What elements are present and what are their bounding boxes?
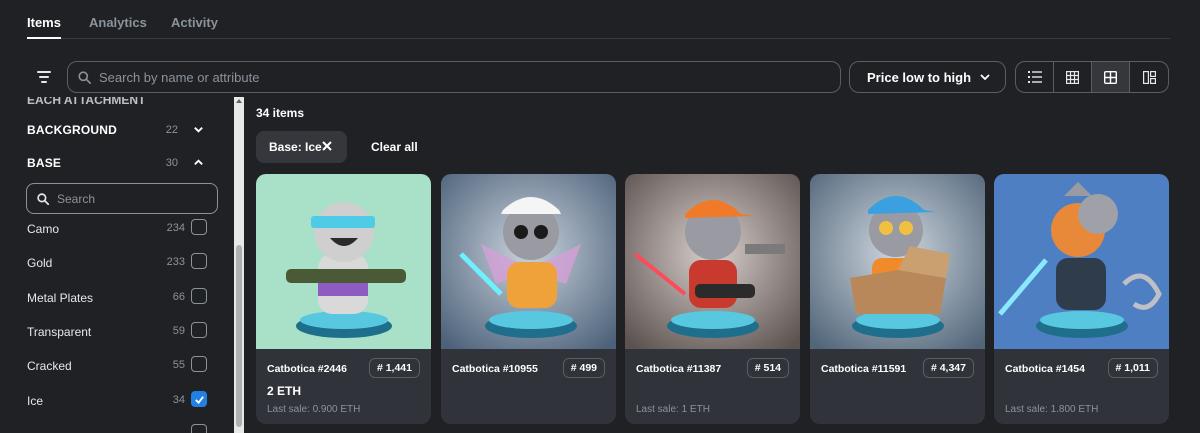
last-sale: Last sale: 1 ETH [636, 404, 710, 415]
nft-card[interactable]: Catbotica #2446 # 1,441 2 ETH Last sale:… [256, 174, 431, 424]
attribute-search-input[interactable] [57, 191, 197, 206]
grid-small-button[interactable] [1054, 62, 1092, 92]
filter-option-transparent[interactable]: Transparent 59 [27, 322, 207, 339]
sidebar-heading-cut: EACH ATTACHMENT [27, 97, 146, 107]
section-label: BASE [27, 156, 62, 170]
grid-compact-icon [1142, 70, 1156, 84]
search-icon [78, 70, 91, 84]
checkbox[interactable] [191, 219, 207, 235]
sidebar-scrollbar[interactable] [234, 97, 244, 433]
checkmark-icon [194, 395, 204, 404]
list-view-button[interactable] [1016, 62, 1054, 92]
filter-sidebar: EACH ATTACHMENT BACKGROUND 22 BASE 30 Ca… [0, 97, 232, 433]
nft-image [256, 174, 431, 349]
filter-toggle-button[interactable] [30, 64, 58, 90]
list-view-icon [1027, 71, 1042, 83]
checkbox[interactable] [191, 253, 207, 269]
filter-section-background[interactable]: BACKGROUND 22 [27, 123, 218, 137]
nft-card[interactable]: Catbotica #11591 # 4,347 [810, 174, 985, 424]
checkbox[interactable] [191, 424, 207, 433]
last-sale: Last sale: 0.900 ETH [267, 404, 361, 415]
sort-label: Price low to high [867, 69, 972, 85]
grid-compact-button[interactable] [1130, 62, 1168, 92]
rarity-rank-badge[interactable]: # 514 [746, 358, 789, 378]
grid-large-icon [1104, 70, 1117, 84]
chevron-down-icon [194, 127, 203, 133]
chip-label: Base: Ice [269, 140, 322, 154]
section-count: 22 [165, 124, 178, 136]
card-title: Catbotica #2446 [267, 363, 347, 375]
scroll-up-arrow-icon[interactable] [236, 99, 242, 103]
tab-analytics[interactable]: Analytics [89, 15, 147, 30]
last-sale: Last sale: 1.800 ETH [1005, 404, 1099, 415]
attribute-search[interactable] [26, 183, 218, 214]
close-icon[interactable] [321, 140, 333, 152]
card-title: Catbotica #10955 [452, 363, 538, 375]
item-count: 34 items [256, 106, 305, 120]
section-count: 30 [165, 157, 178, 169]
scrollbar-thumb[interactable] [236, 245, 242, 427]
chevron-up-icon [194, 159, 203, 165]
section-label: BACKGROUND [27, 123, 117, 137]
card-title: Catbotica #11591 [821, 363, 907, 375]
tab-bar: Items Analytics Activity [27, 0, 1170, 39]
chevron-down-icon [980, 74, 990, 81]
search-input[interactable] [99, 69, 799, 85]
search-bar[interactable] [67, 61, 841, 93]
checkbox[interactable] [191, 322, 207, 338]
tab-items[interactable]: Items [27, 15, 61, 39]
rarity-rank-badge[interactable]: # 4,347 [922, 358, 974, 378]
nft-image [441, 174, 616, 349]
checkbox[interactable] [191, 288, 207, 304]
card-price: 2 ETH [267, 384, 302, 398]
nft-card[interactable]: Catbotica #11387 # 514 Last sale: 1 ETH [625, 174, 800, 424]
rarity-rank-badge[interactable]: # 499 [562, 358, 605, 378]
active-filter-chip[interactable]: Base: Ice [256, 131, 347, 163]
rarity-rank-badge[interactable]: # 1,441 [368, 358, 420, 378]
grid-large-button[interactable] [1092, 62, 1130, 92]
nft-card[interactable]: Catbotica #10955 # 499 [441, 174, 616, 424]
nft-image [994, 174, 1169, 349]
filter-option-gold[interactable]: Gold 233 [27, 253, 207, 270]
search-icon [37, 192, 49, 205]
nft-image [625, 174, 800, 349]
grid-small-icon [1066, 70, 1079, 84]
view-mode-switcher [1015, 61, 1169, 93]
filter-icon [37, 71, 51, 73]
filter-option-metal-plates[interactable]: Metal Plates 66 [27, 288, 207, 305]
tab-activity[interactable]: Activity [171, 15, 218, 30]
nft-image [810, 174, 985, 349]
filter-section-base[interactable]: BASE 30 [27, 156, 218, 170]
rarity-rank-badge[interactable]: # 1,011 [1107, 358, 1158, 378]
sort-dropdown[interactable]: Price low to high [849, 61, 1006, 93]
checkbox-checked[interactable] [191, 391, 207, 407]
filter-option-camo[interactable]: Camo 234 [27, 219, 207, 236]
card-title: Catbotica #11387 [636, 363, 722, 375]
nft-card[interactable]: Catbotica #1454 # 1,011 Last sale: 1.800… [994, 174, 1169, 424]
checkbox[interactable] [191, 356, 207, 372]
filter-option-cracked[interactable]: Cracked 55 [27, 356, 207, 373]
filter-option-ice[interactable]: Ice 34 [27, 391, 207, 408]
card-title: Catbotica #1454 [1005, 363, 1085, 375]
clear-all-button[interactable]: Clear all [371, 140, 418, 154]
